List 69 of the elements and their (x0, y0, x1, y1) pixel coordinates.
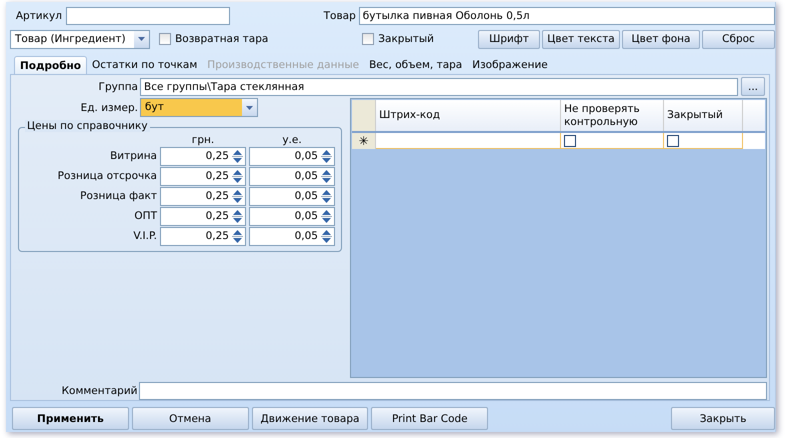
column-header: Штрих-код (376, 100, 562, 131)
row-header-corner (352, 100, 376, 131)
up-down-arrows-icon (231, 228, 244, 244)
unit-dropdown[interactable]: бут (140, 98, 258, 117)
up-down-arrows-icon (231, 188, 244, 204)
tab[interactable]: Остатки по точкам (87, 56, 202, 74)
up-down-arrows-icon (320, 208, 333, 224)
column-header: грн. (190, 134, 216, 146)
table-cell[interactable] (376, 133, 562, 149)
dialog-button[interactable]: Print Bar Code (371, 407, 488, 430)
browse-button[interactable]: ... (741, 77, 765, 96)
style-button[interactable]: Шрифт (478, 30, 540, 48)
field-label: Комментарий (60, 385, 138, 397)
number-spinner[interactable]: 0,05 (249, 146, 335, 166)
input-field[interactable] (66, 7, 230, 25)
tab[interactable]: Вес, объем, тара (364, 56, 468, 74)
price-label: Розница отсрочка (56, 170, 157, 182)
tab[interactable]: Изображение (467, 56, 553, 74)
dialog-button[interactable]: Применить (12, 407, 129, 430)
number-spinner[interactable]: 0,25 (160, 166, 246, 186)
up-down-arrows-icon (320, 188, 333, 204)
number-spinner[interactable]: 0,05 (249, 226, 335, 246)
type-dropdown[interactable]: Товар (Ингредиент) (10, 30, 150, 48)
style-button[interactable]: Цвет фона (622, 30, 700, 48)
dialog-button[interactable]: Движение товара (252, 407, 368, 430)
caret-icon (138, 37, 146, 41)
price-label: Розница факт (79, 190, 157, 202)
checkbox[interactable] (667, 134, 680, 146)
new-row-marker: ✳ (352, 133, 376, 149)
up-down-arrows-icon (231, 208, 244, 224)
up-down-arrows-icon (320, 148, 333, 164)
up-down-arrows-icon (231, 148, 244, 164)
style-button[interactable]: Сброс (702, 30, 775, 48)
price-label: V.I.P. (132, 230, 157, 242)
table-cell[interactable] (561, 133, 664, 149)
field-label: Ед. измер. (80, 102, 138, 114)
number-spinner[interactable]: 0,25 (160, 146, 246, 166)
price-label: Витрина (109, 150, 157, 162)
price-label: ОПТ (133, 210, 157, 222)
up-down-arrows-icon (320, 228, 333, 244)
checkbox[interactable] (362, 33, 374, 45)
input-field[interactable] (139, 382, 767, 400)
checkbox-label: Закрытый (378, 33, 434, 45)
checkbox[interactable] (159, 33, 172, 45)
tab[interactable]: Подробно (14, 56, 88, 74)
group-title: Цены по справочнику (25, 120, 150, 132)
up-down-arrows-icon (320, 168, 333, 184)
dialog-button[interactable]: Закрыть (671, 407, 775, 430)
table-cell[interactable] (664, 133, 744, 149)
number-spinner[interactable]: 0,05 (249, 186, 335, 206)
dialog-button[interactable]: Отмена (132, 407, 249, 430)
input-field[interactable]: Все группы\Тара стеклянная (140, 78, 738, 96)
number-spinner[interactable]: 0,25 (160, 206, 246, 226)
number-spinner[interactable]: 0,05 (249, 166, 335, 186)
field-label: Группа (98, 80, 138, 92)
number-spinner[interactable]: 0,25 (160, 186, 246, 206)
number-spinner[interactable]: 0,25 (160, 226, 246, 246)
style-button[interactable]: Цвет текста (542, 30, 620, 48)
field-label: Артикул (14, 10, 62, 22)
number-spinner[interactable]: 0,05 (249, 206, 335, 226)
column-header: у.е. (281, 134, 303, 146)
checkbox-label: Возвратная тара (175, 33, 268, 45)
input-field[interactable]: бутылка пивная Оболонь 0,5л (358, 7, 775, 25)
up-down-arrows-icon (231, 168, 244, 184)
caret-icon (246, 106, 253, 110)
column-header: Закрытый (664, 100, 744, 131)
column-header: Не проверять контрольную (561, 100, 664, 131)
checkbox[interactable] (564, 134, 576, 146)
field-label: Товар (324, 10, 356, 22)
